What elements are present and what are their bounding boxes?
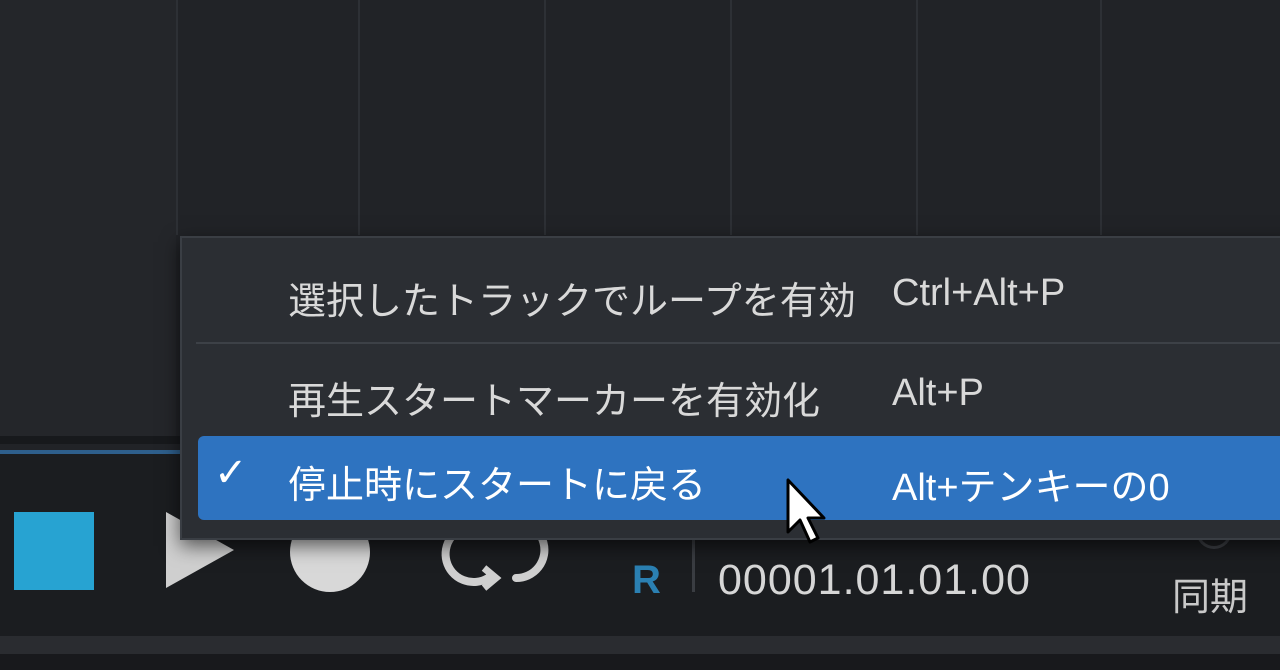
- grid-line: [916, 0, 918, 235]
- grid-line: [358, 0, 360, 235]
- divider: [692, 540, 695, 592]
- grid-line: [544, 0, 546, 235]
- menu-item-shortcut: Alt+テンキーの0: [892, 467, 1170, 509]
- grid-line: [176, 0, 178, 235]
- menu-item-label: 停止時にスタートに戻る: [288, 463, 707, 507]
- context-menu: 選択したトラックでループを有効 Ctrl+Alt+P 再生スタートマーカーを有効…: [180, 236, 1280, 540]
- transport-bottom-strip: [0, 636, 1280, 654]
- menu-item-label: 選択したトラックでループを有効: [288, 279, 856, 323]
- grid-line: [1100, 0, 1102, 235]
- status-strip: [0, 654, 1280, 670]
- sync-button[interactable]: 同期: [1172, 566, 1248, 621]
- menu-item-shortcut: Alt+P: [892, 372, 984, 414]
- menu-item-enable-start-marker[interactable]: 再生スタートマーカーを有効化 Alt+P: [182, 352, 1280, 432]
- checkmark-icon: ✓: [214, 450, 248, 496]
- r-label: R: [632, 558, 661, 602]
- menu-item-shortcut: Ctrl+Alt+P: [892, 272, 1066, 314]
- menu-separator: [196, 342, 1280, 344]
- menu-item-return-to-start-on-stop[interactable]: ✓ 停止時にスタートに戻る Alt+テンキーの0: [198, 436, 1280, 520]
- grid-line: [730, 0, 732, 235]
- mouse-cursor-icon: [786, 478, 826, 544]
- track-list-column: [0, 0, 176, 440]
- menu-item-loop-selected-tracks[interactable]: 選択したトラックでループを有効 Ctrl+Alt+P: [182, 252, 1280, 332]
- menu-item-label: 再生スタートマーカーを有効化: [288, 379, 821, 423]
- stop-icon[interactable]: [14, 512, 94, 590]
- time-display[interactable]: 00001.01.01.00: [718, 556, 1031, 605]
